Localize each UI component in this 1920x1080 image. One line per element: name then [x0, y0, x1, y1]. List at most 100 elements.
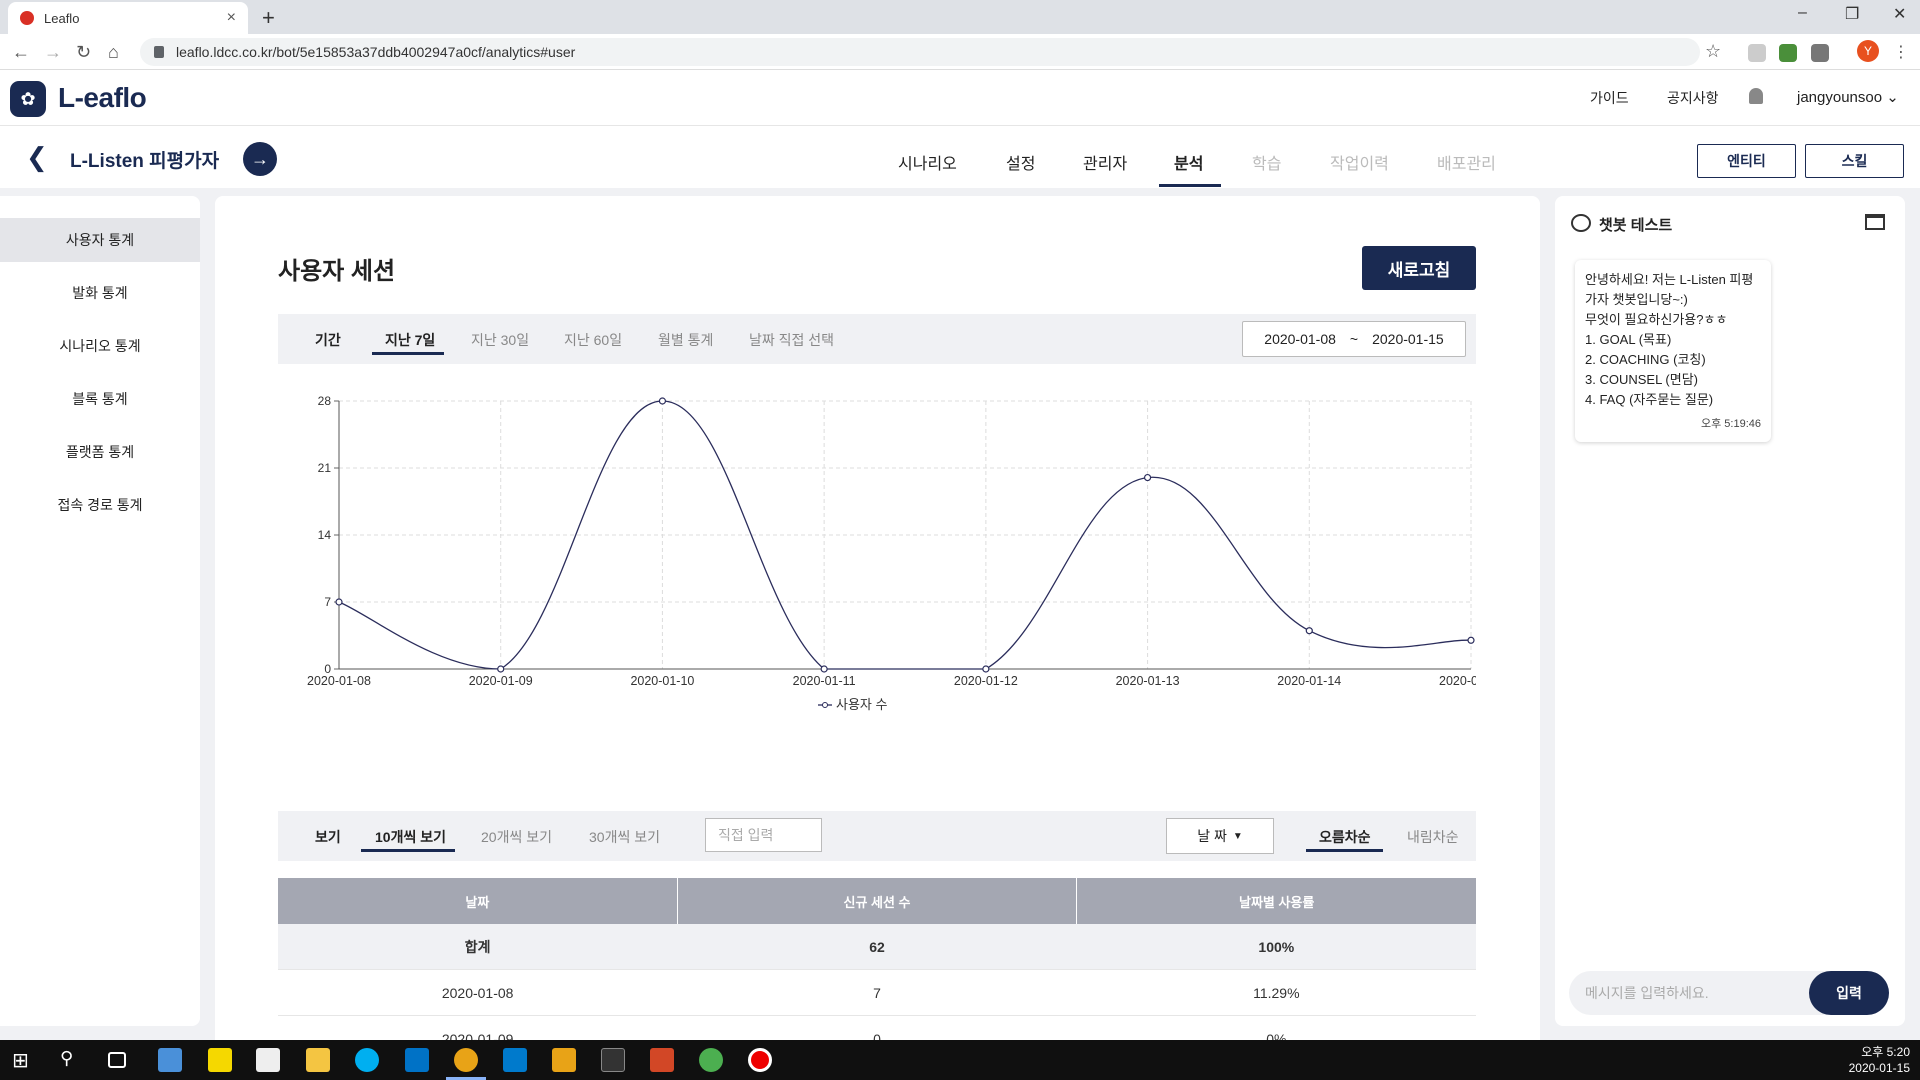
sort-descending[interactable]: 내림차순	[1407, 827, 1459, 847]
tab-scenario[interactable]: 시나리오	[898, 150, 957, 174]
browser-menu-icon[interactable]: ⋮	[1893, 42, 1909, 62]
sidebar-item-platform-stats[interactable]: 플랫폼 통계	[0, 430, 200, 474]
period-tab-7days[interactable]: 지난 7일	[385, 330, 435, 350]
table-header-row: 날짜 신규 세션 수 날짜별 사용률	[278, 878, 1476, 924]
url-text: leaflo.ldcc.co.kr/bot/5e15853a37ddb40029…	[176, 44, 576, 60]
x-tick-label: 2020-01-13	[1116, 674, 1180, 688]
bookmark-star-icon[interactable]: ☆	[1705, 41, 1721, 62]
sticky-notes-icon[interactable]	[208, 1048, 232, 1072]
windows-start-icon[interactable]: ⊞	[12, 1048, 36, 1072]
header-new-sessions[interactable]: 신규 세션 수	[678, 878, 1078, 924]
refresh-button[interactable]: 새로고침	[1362, 246, 1476, 290]
y-tick-label: 14	[318, 528, 332, 542]
lock-icon	[154, 46, 164, 58]
outlook-icon[interactable]	[405, 1048, 429, 1072]
chevron-down-icon: ⌄	[1886, 89, 1899, 106]
bot-message-bubble: 안녕하세요! 저는 L-Listen 피평 가자 챗봇입니당~:) 무엇이 필요…	[1575, 260, 1771, 442]
arrow-right-icon[interactable]: →	[243, 142, 277, 176]
guide-link[interactable]: 가이드	[1590, 88, 1629, 108]
bell-icon[interactable]	[1749, 88, 1763, 104]
period-tab-custom[interactable]: 날짜 직접 선택	[749, 330, 834, 350]
period-tab-60days[interactable]: 지난 60일	[564, 330, 622, 350]
tab-close-icon[interactable]: ×	[227, 9, 236, 27]
browser-toolbar: ← → ↻ ⌂ leaflo.ldcc.co.kr/bot/5e15853a37…	[0, 34, 1920, 70]
leaf-logo-icon[interactable]: ✿	[10, 81, 46, 117]
chat-title: 챗봇 테스트	[1599, 217, 1673, 234]
tab-deploy[interactable]: 배포관리	[1437, 150, 1496, 174]
entity-button[interactable]: 엔티티	[1697, 144, 1796, 178]
header-date[interactable]: 날짜	[278, 878, 678, 924]
back-arrow-icon[interactable]: ❮	[26, 142, 48, 173]
notice-link[interactable]: 공지사항	[1667, 88, 1719, 108]
record-icon[interactable]	[748, 1048, 772, 1072]
header-usage-rate[interactable]: 날짜별 사용률	[1077, 878, 1476, 924]
chat-send-button[interactable]: 입력	[1809, 971, 1889, 1015]
sidebar-item-utterance-stats[interactable]: 발화 통계	[0, 271, 200, 315]
tab-admin[interactable]: 관리자	[1083, 150, 1127, 174]
extension-icon[interactable]	[1811, 44, 1829, 62]
total-rate: 100%	[1258, 938, 1295, 955]
legend-marker	[822, 702, 828, 708]
data-point	[1467, 636, 1475, 644]
home-icon[interactable]: ⌂	[108, 42, 119, 63]
sidebar-item-block-stats[interactable]: 블록 통계	[0, 377, 200, 421]
tab-settings[interactable]: 설정	[1006, 150, 1035, 174]
maximize-icon[interactable]	[1865, 214, 1885, 230]
data-point	[658, 397, 667, 405]
url-bar[interactable]: leaflo.ldcc.co.kr/bot/5e15853a37ddb40029…	[140, 38, 1700, 66]
forward-icon[interactable]: →	[44, 42, 62, 63]
skill-button[interactable]: 스킬	[1805, 144, 1904, 178]
system-clock[interactable]: 오후 5:20 2020-01-15	[1830, 1044, 1910, 1076]
tab-analytics[interactable]: 분석	[1174, 150, 1203, 174]
search-icon[interactable]: ⚲	[60, 1048, 84, 1072]
new-tab-icon[interactable]: +	[262, 5, 275, 31]
tab-history[interactable]: 작업이력	[1330, 150, 1389, 174]
username-menu[interactable]: jangyounsoo ⌄	[1797, 88, 1899, 106]
period-tab-monthly[interactable]: 월별 통계	[658, 330, 713, 350]
sort-ascending[interactable]: 오름차순	[1319, 827, 1371, 847]
reload-icon[interactable]: ↻	[76, 42, 91, 63]
active-tab-indicator	[1159, 184, 1221, 187]
powerpoint-icon[interactable]	[650, 1048, 674, 1072]
chrome-icon[interactable]	[454, 1048, 478, 1072]
browser-tab[interactable]: Leaflo ×	[8, 2, 248, 34]
x-tick-label: 2020-01-10	[630, 674, 694, 688]
sort-active-indicator	[1306, 849, 1383, 852]
x-tick-label: 2020-01-09	[469, 674, 533, 688]
skype-icon[interactable]	[355, 1048, 379, 1072]
view-tab-30[interactable]: 30개씩 보기	[589, 827, 660, 847]
back-icon[interactable]: ←	[12, 42, 30, 63]
close-window-icon[interactable]: ✕	[1893, 4, 1906, 24]
git-icon[interactable]	[552, 1048, 576, 1072]
date-range-picker[interactable]: 2020-01-08 ~ 2020-01-15	[1242, 321, 1466, 357]
extension-icon[interactable]	[1748, 44, 1766, 62]
date-separator: ~	[1349, 331, 1359, 347]
tab-training[interactable]: 학습	[1252, 150, 1281, 174]
minimize-icon[interactable]: –	[1798, 4, 1807, 22]
sidebar-item-scenario-stats[interactable]: 시나리오 통계	[0, 324, 200, 368]
view-tab-20[interactable]: 20개씩 보기	[481, 827, 552, 847]
restore-icon[interactable]: ❐	[1845, 4, 1859, 24]
typora-icon[interactable]	[256, 1048, 280, 1072]
chrome-icon[interactable]	[699, 1048, 723, 1072]
logo-text[interactable]: L-eaflo	[58, 82, 147, 114]
period-tab-30days[interactable]: 지난 30일	[471, 330, 529, 350]
view-tab-10[interactable]: 10개씩 보기	[375, 827, 446, 847]
username: jangyounsoo	[1797, 89, 1883, 106]
terminal-icon[interactable]	[601, 1048, 625, 1072]
x-tick-label: 2020-01-15	[1439, 674, 1476, 688]
file-explorer-icon[interactable]	[306, 1048, 330, 1072]
clock-date: 2020-01-15	[1848, 1061, 1910, 1075]
app-icon[interactable]	[158, 1048, 182, 1072]
extension-icon[interactable]	[1779, 44, 1797, 62]
task-view-icon[interactable]	[108, 1052, 126, 1068]
vscode-icon[interactable]	[503, 1048, 527, 1072]
direct-input-field[interactable]: 직접 입력	[705, 818, 822, 852]
y-tick-label: 28	[318, 394, 332, 408]
sidebar-item-user-stats[interactable]: 사용자 통계	[0, 218, 200, 262]
sort-field-select[interactable]: 날 짜 ▼	[1166, 818, 1274, 854]
profile-avatar[interactable]: Y	[1857, 40, 1879, 62]
date-from: 2020-01-08	[1264, 331, 1336, 347]
sidebar-item-referrer-stats[interactable]: 접속 경로 통계	[0, 483, 200, 527]
analytics-sidebar: 사용자 통계 발화 통계 시나리오 통계 블록 통계 플랫폼 통계 접속 경로 …	[0, 196, 200, 1026]
